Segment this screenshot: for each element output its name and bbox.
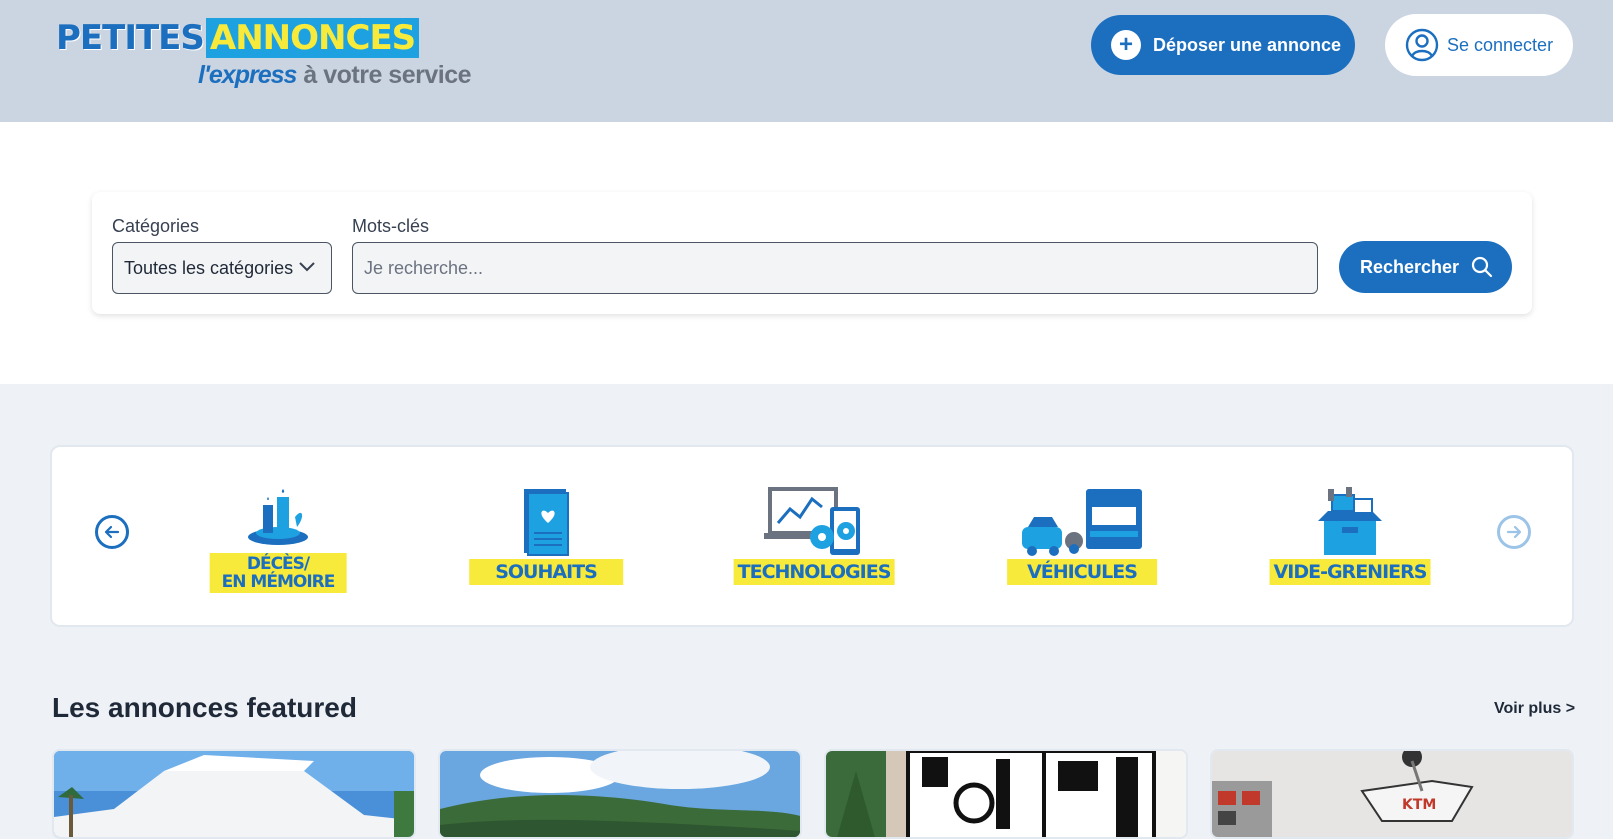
- search-section: Catégories Mots-clés Toutes les catégori…: [0, 122, 1613, 384]
- arrow-right-icon: [1506, 525, 1522, 539]
- keywords-label: Mots-clés: [352, 216, 430, 236]
- category-label: VIDE-GRENIERS: [1269, 559, 1431, 585]
- logo-petites: PETITES: [56, 18, 205, 58]
- featured-title: Les annonces featured: [52, 692, 357, 723]
- carousel-next-button[interactable]: [1497, 515, 1531, 549]
- category-select[interactable]: Toutes les catégories: [112, 242, 332, 294]
- category-label: Catégories: [112, 216, 200, 236]
- post-ad-button[interactable]: + Déposer une annonce: [1091, 15, 1355, 75]
- search-form: Catégories Mots-clés Toutes les catégori…: [92, 192, 1532, 314]
- category-label: VÉHICULES: [1007, 559, 1157, 585]
- login-button[interactable]: Se connecter: [1385, 14, 1573, 76]
- logo-express: l'express: [198, 61, 297, 89]
- category-select-value: Toutes les catégories: [124, 257, 294, 278]
- category-vide-greniers[interactable]: VIDE-GRENIERS: [1260, 487, 1440, 591]
- listing-image: [826, 751, 1186, 837]
- site-logo[interactable]: PETITES ANNONCES l'express à votre servic…: [56, 18, 471, 94]
- category-deces[interactable]: DÉCÈS/ EN MÉMOIRE: [188, 487, 368, 593]
- category-label: DÉCÈS/ EN MÉMOIRE: [209, 553, 347, 593]
- logo-service: à votre service: [303, 61, 471, 89]
- arrow-left-icon: [104, 525, 120, 539]
- category-souhaits[interactable]: SOUHAITS: [456, 487, 636, 591]
- featured-card[interactable]: [438, 749, 802, 839]
- box-icon: [1318, 487, 1382, 555]
- search-button[interactable]: Rechercher: [1339, 241, 1512, 293]
- computer-gears-icon: [764, 487, 860, 555]
- carousel-prev-button[interactable]: [95, 515, 129, 549]
- vehicles-icon: [1022, 489, 1142, 556]
- chevron-down-icon: [299, 262, 315, 272]
- post-ad-label: Déposer une annonce: [1153, 34, 1342, 55]
- card-heart-icon: [524, 489, 569, 556]
- keywords-input[interactable]: [352, 242, 1318, 294]
- featured-card[interactable]: [52, 749, 416, 839]
- category-vehicules[interactable]: VÉHICULES: [992, 487, 1172, 591]
- category-carousel: DÉCÈS/ EN MÉMOIRE SOUHAITS TECHNOLOGIES …: [50, 445, 1574, 627]
- listing-image: [440, 751, 800, 837]
- search-button-label: Rechercher: [1360, 256, 1460, 277]
- listing-image: [54, 751, 414, 837]
- category-label: SOUHAITS: [469, 559, 623, 585]
- login-label: Se connecter: [1447, 34, 1554, 55]
- category-label: TECHNOLOGIES: [733, 559, 895, 585]
- candle-icon: [248, 489, 308, 545]
- search-icon: [1471, 256, 1493, 278]
- see-more-link[interactable]: Voir plus >: [1494, 700, 1575, 718]
- logo-wordmark: PETITES ANNONCES: [56, 18, 420, 58]
- category-technologies[interactable]: TECHNOLOGIES: [724, 487, 904, 591]
- site-header: PETITES ANNONCES l'express à votre servic…: [0, 0, 1613, 122]
- featured-card[interactable]: [824, 749, 1188, 839]
- listing-image: KTM: [1212, 751, 1572, 837]
- logo-annonces: ANNONCES: [205, 18, 420, 58]
- plus-icon: +: [1111, 30, 1141, 60]
- svg-text:KTM: KTM: [1402, 797, 1436, 813]
- logo-tagline: l'express à votre service: [198, 58, 471, 92]
- user-icon: [1405, 28, 1439, 62]
- featured-card[interactable]: KTM: [1210, 749, 1574, 839]
